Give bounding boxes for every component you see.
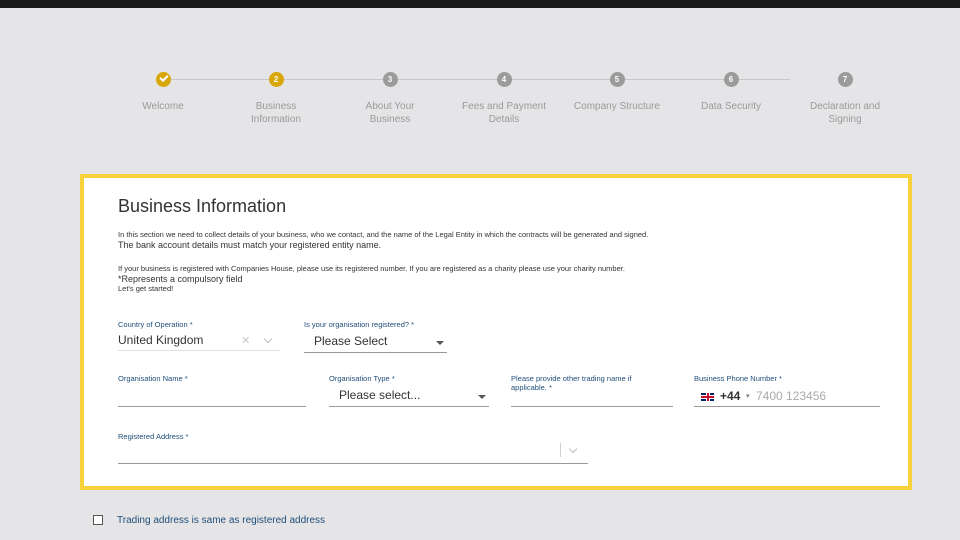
step-welcome[interactable]: Welcome: [103, 72, 223, 113]
step-label: Declaration and Signing: [809, 101, 881, 125]
business-information-card: Business Information In this section we …: [80, 174, 912, 490]
country-underline: [118, 350, 280, 351]
step-company-structure[interactable]: 5 Company Structure: [557, 72, 677, 113]
chevron-down-icon[interactable]: [568, 444, 578, 454]
step-number: 5: [609, 72, 625, 87]
compulsory-note: *Represents a compulsory field: [118, 273, 243, 284]
chevron-down-icon[interactable]: [263, 334, 273, 344]
caret-down-icon[interactable]: ▾: [746, 392, 750, 400]
org-type-select[interactable]: Please select...: [339, 388, 420, 402]
country-label: Country of Operation *: [118, 320, 193, 329]
address-input[interactable]: [118, 463, 588, 464]
step-number: 4: [496, 72, 512, 87]
org-name-input[interactable]: [118, 406, 306, 407]
step-label: Company Structure: [573, 101, 661, 112]
address-separator: [560, 443, 561, 457]
intro-line: Let's get started!: [118, 283, 174, 293]
step-number: 3: [382, 72, 398, 87]
caret-down-icon[interactable]: [436, 341, 444, 345]
intro-line: The bank account details must match your…: [118, 240, 382, 250]
trading-name-label: Please provide other trading name if appl…: [511, 374, 632, 392]
registered-label: Is your organisation registered? *: [304, 320, 415, 329]
uk-flag-icon[interactable]: [701, 393, 714, 401]
phone-country-code[interactable]: +44: [720, 389, 740, 403]
trading-address-label: Trading address is same as registered ad…: [117, 515, 326, 526]
step-label: Data Security: [700, 101, 762, 112]
check-icon: [155, 72, 171, 87]
progress-stepper: Welcome 2 Business Information 3 About Yo…: [0, 72, 960, 142]
intro-text: In this section we need to collect detai…: [118, 230, 878, 251]
step-declaration-and-signing[interactable]: 7 Declaration and Signing: [785, 72, 905, 126]
step-about-your-business[interactable]: 3 About Your Business: [330, 72, 450, 126]
step-fees-and-payment[interactable]: 4 Fees and Payment Details: [444, 72, 564, 126]
registered-select[interactable]: Please Select: [314, 334, 387, 348]
step-data-security[interactable]: 6 Data Security: [671, 72, 791, 113]
caret-down-icon[interactable]: [478, 395, 486, 399]
page-title: Business Information: [118, 196, 287, 216]
step-label: Welcome: [142, 101, 184, 112]
step-number: 2: [268, 72, 284, 87]
trading-name-input[interactable]: [511, 406, 673, 407]
country-select[interactable]: United Kingdom: [118, 333, 203, 347]
intro-text-2: If your business is registered with Comp…: [118, 264, 878, 293]
top-bar: [0, 0, 960, 8]
org-type-label: Organisation Type *: [329, 374, 395, 383]
step-label: Business Information: [250, 101, 302, 125]
phone-underline: [694, 406, 880, 407]
clear-icon[interactable]: ✕: [241, 334, 250, 347]
step-label: Fees and Payment Details: [462, 101, 546, 125]
phone-input[interactable]: 7400 123456: [756, 389, 826, 403]
org-name-label: Organisation Name *: [118, 374, 188, 383]
step-label: About Your Business: [365, 101, 415, 125]
step-number: 6: [723, 72, 739, 87]
step-number: 7: [837, 72, 853, 87]
intro-line: In this section we need to collect detai…: [118, 230, 649, 239]
step-business-information[interactable]: 2 Business Information: [216, 72, 336, 126]
trading-address-checkbox[interactable]: [93, 515, 103, 525]
registered-underline: [304, 352, 447, 353]
org-type-underline: [329, 406, 489, 407]
intro-line: If your business is registered with Comp…: [118, 264, 625, 273]
address-label: Registered Address *: [118, 432, 189, 441]
phone-label: Business Phone Number *: [694, 374, 782, 383]
